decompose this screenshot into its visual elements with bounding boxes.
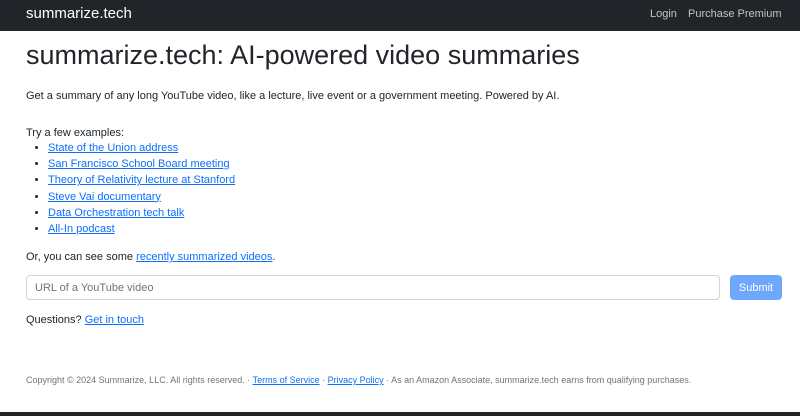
purchase-premium-link[interactable]: Purchase Premium <box>688 7 782 21</box>
privacy-policy-link[interactable]: Privacy Policy <box>328 375 384 385</box>
get-in-touch-link[interactable]: Get in touch <box>85 314 144 326</box>
questions-prefix: Questions? <box>26 314 85 326</box>
recent-suffix: . <box>272 251 276 263</box>
lead-text: Get a summary of any long YouTube video,… <box>26 90 560 102</box>
submit-button[interactable]: Submit <box>730 275 782 300</box>
list-item: Theory of Relativity lecture at Stanford <box>48 173 235 189</box>
examples-list: State of the Union address San Francisco… <box>48 141 235 238</box>
youtube-url-input[interactable] <box>26 275 720 300</box>
list-item: Data Orchestration tech talk <box>48 206 235 222</box>
example-link-sf-school-board[interactable]: San Francisco School Board meeting <box>48 158 230 170</box>
brand-link[interactable]: summarize.tech <box>26 5 132 23</box>
list-item: Steve Vai documentary <box>48 190 235 206</box>
example-link-data-orchestration[interactable]: Data Orchestration tech talk <box>48 207 184 219</box>
footer-separator: · <box>319 375 328 385</box>
example-link-steve-vai[interactable]: Steve Vai documentary <box>48 191 161 203</box>
copyright-text: Copyright © 2024 Summarize, LLC. All rig… <box>26 375 253 385</box>
example-link-state-of-the-union[interactable]: State of the Union address <box>48 142 178 154</box>
recent-summaries-link[interactable]: recently summarized videos <box>136 251 272 263</box>
page-title: summarize.tech: AI-powered video summari… <box>26 40 580 70</box>
recent-summaries-text: Or, you can see some recently summarized… <box>26 250 275 264</box>
questions-text: Questions? Get in touch <box>26 313 144 327</box>
examples-label: Try a few examples: <box>26 127 125 139</box>
navbar: summarize.tech Login Purchase Premium <box>0 0 800 31</box>
footer: Copyright © 2024 Summarize, LLC. All rig… <box>26 374 691 386</box>
login-link[interactable]: Login <box>650 7 677 21</box>
list-item: State of the Union address <box>48 141 235 157</box>
terms-of-service-link[interactable]: Terms of Service <box>253 375 320 385</box>
recent-prefix: Or, you can see some <box>26 251 137 263</box>
example-link-all-in-podcast[interactable]: All-In podcast <box>48 223 115 235</box>
list-item: All-In podcast <box>48 222 235 238</box>
list-item: San Francisco School Board meeting <box>48 157 235 173</box>
example-link-relativity-lecture[interactable]: Theory of Relativity lecture at Stanford <box>48 174 235 186</box>
bottom-bar <box>0 412 800 416</box>
affiliate-text: · As an Amazon Associate, summarize.tech… <box>383 375 692 385</box>
